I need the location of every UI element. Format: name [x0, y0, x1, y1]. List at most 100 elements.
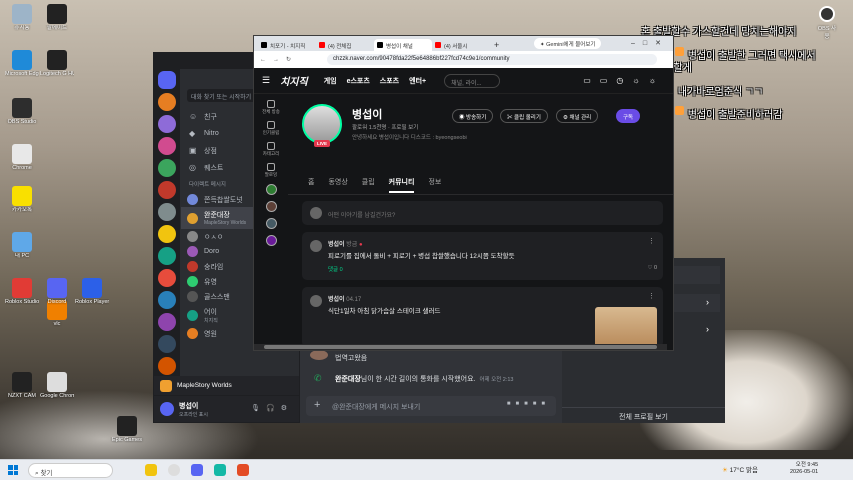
horizontal-scrollbar[interactable] — [254, 344, 667, 350]
channel-tab[interactable]: 커뮤니티 — [388, 179, 415, 193]
channel-meta[interactable]: 팔로워 1.5천명 · 프로필 보기 — [352, 123, 418, 131]
minimize-icon[interactable]: – — [631, 40, 643, 47]
channel-tab[interactable]: 클립 — [362, 179, 375, 186]
channel-avatar[interactable] — [302, 104, 342, 144]
clock[interactable]: 오전 9:45 2026-05-01 — [790, 462, 818, 476]
desktop-icon[interactable]: Roblox Player — [75, 278, 109, 305]
desktop-icon[interactable]: Google Chrome — [40, 372, 74, 399]
url-field[interactable]: chzzk.naver.com/90478fda22f5e64886bf227f… — [327, 54, 658, 65]
channel-tab[interactable]: 홈 — [308, 179, 314, 186]
microphone-icon[interactable]: 🎙 — [251, 405, 266, 412]
server-icon[interactable] — [158, 159, 176, 177]
desktop-icon[interactable]: OBS Studio — [5, 98, 39, 125]
server-icon[interactable] — [158, 247, 176, 265]
desktop-icon[interactable]: Roblox Studio — [5, 278, 39, 305]
full-profile-link[interactable]: 전체 프로필 보기 — [562, 407, 725, 423]
like-count[interactable]: ♡ 0 — [647, 265, 657, 271]
browser-tab[interactable]: (4) 전체집 — [316, 39, 374, 51]
desktop-icon[interactable]: Discord — [40, 278, 74, 305]
compose-box[interactable]: 어떤 이야기를 남길건가요? — [302, 201, 663, 225]
comment-count[interactable]: 댓글 0 — [328, 265, 343, 273]
menu-icon[interactable]: ☰ — [262, 75, 270, 86]
browser-tab[interactable]: 병섭이 채널 — [374, 39, 432, 51]
plus-icon[interactable]: + — [314, 399, 320, 411]
upload-clip-button[interactable]: ✂ 클립 올리기 — [500, 109, 548, 123]
server-icon[interactable] — [158, 181, 176, 199]
sidebar-item[interactable]: 인기클립 — [254, 121, 288, 136]
composer-icons[interactable]: ■■■■■ — [507, 401, 550, 407]
obs-desktop-icon[interactable]: OBS 사용 — [816, 6, 838, 40]
server-icon[interactable] — [158, 291, 176, 309]
chzzk-nav-item[interactable]: 스포츠 — [380, 78, 399, 85]
chzzk-logo[interactable]: 치지직 — [280, 73, 308, 88]
channel-manage-button[interactable]: ⚙ 채널 관리 — [556, 109, 599, 123]
headphones-icon[interactable]: 🎧 — [266, 405, 281, 412]
chzzk-nav-item[interactable]: 엔터+ — [409, 78, 426, 85]
server-icon[interactable] — [158, 115, 176, 133]
reload-icon[interactable]: ↻ — [286, 56, 291, 63]
badge-icon — [675, 46, 684, 56]
subscribe-button[interactable]: 구독 — [616, 109, 641, 123]
sidebar-item[interactable]: 전체 방송 — [254, 100, 288, 115]
game-activity-bar[interactable]: MapleStory Worlds — [154, 376, 299, 396]
desktop-icon[interactable]: Chrome — [5, 144, 39, 171]
chevron-right-icon[interactable]: › — [706, 297, 709, 307]
sidebar-item[interactable]: 카테고리 — [254, 142, 288, 157]
sidebar-item[interactable] — [254, 184, 288, 195]
community-post[interactable]: 병섭이 04.17 식단1일차 아침 닭가슴살 스테이크 샐러드 ⋮ — [302, 287, 663, 347]
header-actions[interactable]: ▭▭◷☼☼ — [583, 76, 665, 85]
desktop-icon[interactable]: Logitech G HUB — [40, 50, 74, 77]
new-tab-icon[interactable]: + — [494, 40, 499, 50]
close-icon[interactable]: ✕ — [655, 40, 669, 47]
desktop-icon[interactable]: 내 PC — [5, 232, 39, 259]
browser-tab[interactable]: (4) 서울시 — [432, 39, 490, 51]
forward-icon[interactable]: → — [273, 57, 279, 63]
app-icon[interactable] — [237, 464, 249, 476]
maximize-icon[interactable]: □ — [643, 40, 655, 47]
gear-icon[interactable]: ⚙ — [281, 405, 293, 412]
sidebar-item[interactable]: 팔로잉 — [254, 163, 288, 178]
channel-tab[interactable]: 동영상 — [328, 179, 347, 186]
sidebar-item[interactable] — [254, 218, 288, 229]
desktop-icon[interactable]: 휴지통 — [5, 4, 39, 31]
back-icon[interactable]: ← — [260, 57, 266, 63]
server-icon[interactable] — [158, 357, 176, 375]
more-icon[interactable]: ⋮ — [648, 237, 655, 245]
desktop-icon[interactable]: 팔에이트 — [40, 4, 74, 31]
avatar[interactable] — [160, 402, 174, 416]
chzzk-nav-item[interactable]: e스포츠 — [347, 78, 370, 85]
sidebar-item[interactable] — [254, 235, 288, 246]
post-image[interactable] — [595, 307, 657, 347]
broadcast-button[interactable]: ◉ 방송하기 — [452, 109, 494, 123]
desktop-icon[interactable]: NZXT CAM — [5, 372, 39, 399]
more-icon[interactable]: ⋮ — [648, 292, 655, 300]
browser-tab[interactable]: 치포기 - 치지직 — [258, 39, 316, 51]
server-icon[interactable] — [158, 203, 176, 221]
taskbar-search-input[interactable]: ⌕ 찾기 — [28, 462, 113, 478]
weather[interactable]: ☀ 17°C 맑음 — [722, 464, 758, 474]
desktop-icon[interactable]: Microsoft Edge — [5, 50, 39, 77]
chzzk-nav-item[interactable]: 게임 — [324, 78, 337, 85]
gemini-button[interactable]: ✦ Gemini에게 물어보기 — [534, 38, 602, 49]
server-icon[interactable] — [158, 313, 176, 331]
chzzk-search-input[interactable]: 채널, 라이... — [444, 73, 501, 88]
sidebar-item[interactable] — [254, 201, 288, 212]
desktop-icon[interactable]: 카카오톡 — [5, 186, 39, 213]
app-icon[interactable] — [214, 464, 226, 476]
file-explorer-icon[interactable] — [145, 464, 157, 476]
chrome-icon[interactable] — [168, 464, 180, 476]
discord-icon[interactable] — [191, 464, 203, 476]
server-icon[interactable] — [158, 137, 176, 155]
server-icon[interactable] — [158, 335, 176, 353]
server-icon[interactable] — [158, 225, 176, 243]
channel-tab[interactable]: 정보 — [428, 179, 441, 186]
discord-home-icon[interactable] — [158, 71, 176, 89]
desktop-icon[interactable]: Epic Games — [110, 416, 144, 443]
server-icon[interactable] — [158, 93, 176, 111]
chevron-right-icon[interactable]: › — [706, 324, 709, 334]
windows-start-icon[interactable] — [8, 465, 18, 475]
community-post[interactable]: 병섭이 방금 ● 피로기를 집에서 돌비 + 피로기 + 병섭 찹쌀했습니다 1… — [302, 232, 663, 280]
message-input[interactable]: + @완준대장에게 메시지 보내기 ■■■■■ — [306, 396, 556, 416]
server-icon[interactable] — [158, 269, 176, 287]
avatar — [310, 207, 322, 219]
